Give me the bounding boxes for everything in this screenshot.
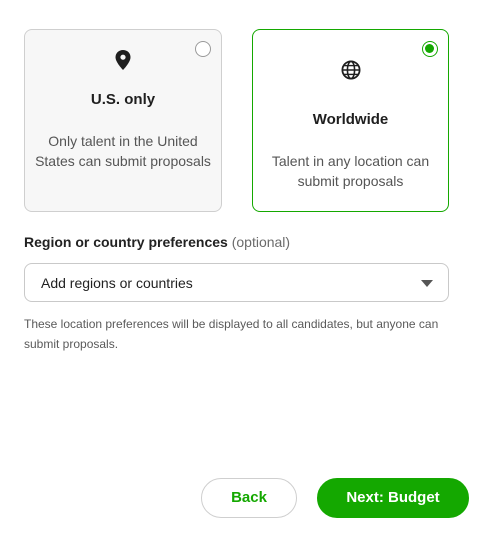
region-select-placeholder: Add regions or countries	[41, 275, 193, 291]
location-step: U.S. only Only talent in the United Stat…	[0, 0, 482, 533]
optional-tag: (optional)	[231, 234, 291, 250]
worldwide-radio[interactable]	[422, 41, 438, 57]
us-only-description: Only talent in the United States can sub…	[35, 133, 211, 169]
region-preferences-label-text: Region or country preferences	[24, 234, 228, 250]
us-only-option-card[interactable]: U.S. only Only talent in the United Stat…	[24, 29, 222, 212]
region-select-dropdown[interactable]: Add regions or countries	[24, 263, 449, 302]
caret-down-icon[interactable]	[421, 280, 433, 287]
back-button[interactable]: Back	[201, 478, 297, 518]
globe-icon	[253, 60, 448, 80]
worldwide-title: Worldwide	[312, 111, 389, 128]
map-pin-icon	[25, 50, 221, 70]
region-preferences-label: Region or country preferences (optional)	[24, 234, 290, 250]
worldwide-option-card[interactable]: Worldwide Talent in any location can sub…	[252, 29, 449, 212]
next-budget-button[interactable]: Next: Budget	[317, 478, 469, 518]
worldwide-description: Talent in any location can submit propos…	[271, 153, 430, 189]
location-helper-text: These location preferences will be displ…	[24, 317, 439, 351]
us-only-title: U.S. only	[90, 91, 156, 108]
